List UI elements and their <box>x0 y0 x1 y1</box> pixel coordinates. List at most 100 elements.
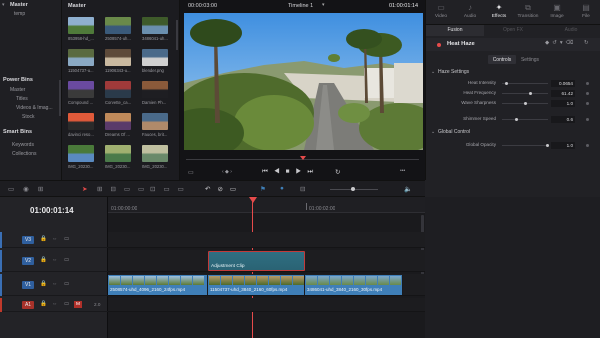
tab-transition[interactable]: ⧉ Transition <box>513 3 543 19</box>
chevron-down-icon[interactable]: ▾ <box>2 2 8 8</box>
clip-thumbnail[interactable] <box>68 49 94 66</box>
tab-effects[interactable]: ✦ Effects <box>484 3 514 19</box>
keyframe-icon[interactable] <box>586 102 589 105</box>
global-section-title[interactable]: Global Control <box>438 129 470 135</box>
tab-image[interactable]: ▣ Image <box>542 3 572 19</box>
power-bin-videos[interactable]: Videos & Imag... <box>16 105 60 111</box>
clip-thumbnail[interactable] <box>142 49 168 66</box>
clip-thumbnail[interactable] <box>105 49 131 66</box>
param-slider[interactable] <box>502 102 548 105</box>
clip-thumbnail[interactable] <box>68 81 94 98</box>
param-value-field[interactable]: 1.0 <box>551 142 575 149</box>
timeline-ruler[interactable] <box>108 197 425 213</box>
clip-thumbnail[interactable] <box>68 145 94 162</box>
param-value-field[interactable]: 1.0 <box>551 100 575 107</box>
smart-bins-title[interactable]: Smart Bins <box>3 129 32 135</box>
tab-openfx-label[interactable]: Open FX <box>484 27 542 33</box>
slider-knob[interactable] <box>505 82 508 85</box>
track-lane-v3[interactable] <box>108 232 425 248</box>
smart-bin-collections[interactable]: Collections <box>12 151 36 157</box>
marker-icon[interactable]: ● <box>280 185 284 192</box>
tab-audio[interactable]: ♪ Audio <box>455 3 485 19</box>
keyframe-icon[interactable] <box>586 82 589 85</box>
selection-tool-icon[interactable]: ➤ <box>82 185 87 193</box>
keyframe-icon[interactable] <box>586 144 589 147</box>
chevron-down-icon[interactable]: ▾ <box>322 2 325 8</box>
power-bin-titles[interactable]: Titles <box>16 96 28 102</box>
slider-knob[interactable] <box>546 144 549 147</box>
param-value-field[interactable]: 0.0654 <box>551 80 575 87</box>
view-options-icons[interactable]: ▭◉⊞ <box>8 185 52 193</box>
lock-icon[interactable]: 🔒 <box>40 301 47 307</box>
param-slider[interactable] <box>502 82 548 85</box>
power-bin-master[interactable]: Master <box>10 87 25 93</box>
reset-icon[interactable]: ↻ <box>584 40 589 46</box>
keyframe-icon[interactable] <box>586 92 589 95</box>
power-bins-title[interactable]: Power Bins <box>3 77 33 83</box>
tab-file[interactable]: ▤ File <box>571 3 600 19</box>
monitor-icon[interactable]: ▭ <box>64 236 69 242</box>
volume-icon[interactable]: 🔈 <box>404 185 412 193</box>
insert-tools-icons[interactable]: ⊡▭▭ <box>150 185 192 193</box>
smart-bin-keywords[interactable]: Keywords <box>12 142 34 148</box>
clip-thumbnail[interactable] <box>142 17 168 34</box>
track-name[interactable]: A1 <box>22 301 34 309</box>
clip-thumbnail[interactable] <box>105 113 131 130</box>
slider-knob[interactable] <box>524 102 527 105</box>
lock-icon[interactable]: 🔒 <box>40 281 47 287</box>
scrollbar[interactable] <box>176 20 178 50</box>
link-icon[interactable]: ⇔ <box>52 257 58 263</box>
bin-item-temp[interactable]: temp <box>14 11 25 17</box>
enable-toggle-icon[interactable] <box>437 43 441 47</box>
video-frame[interactable] <box>184 13 423 150</box>
haze-section-title[interactable]: Haze Settings <box>438 69 469 75</box>
link-icon[interactable]: ⇔ <box>52 236 58 242</box>
bins-title[interactable]: Master <box>10 2 28 8</box>
zoom-icon[interactable]: ⊟ <box>300 185 305 193</box>
track-name[interactable]: V2 <box>22 257 34 265</box>
zoom-knob[interactable] <box>351 187 355 191</box>
clip-icon[interactable]: ▭ <box>188 169 194 176</box>
slider-knob[interactable] <box>529 92 532 95</box>
clip-thumbnail[interactable] <box>142 113 168 130</box>
edit-tools-icons[interactable]: ⊞⊟▭▭ <box>97 185 152 193</box>
snap-link-icons[interactable]: ↶⊘▭ <box>205 185 243 193</box>
loop-icon[interactable]: ↻ <box>335 168 340 176</box>
chevron-left-icon[interactable]: ‹ ◆ › <box>222 169 232 175</box>
monitor-icon[interactable]: ▭ <box>64 257 69 263</box>
lock-icon[interactable]: 🔒 <box>40 257 47 263</box>
tab-audio-label[interactable]: Audio <box>542 27 600 33</box>
more-icon[interactable]: ••• <box>400 168 405 174</box>
slider-knob[interactable] <box>515 118 518 121</box>
track-lane-a1[interactable] <box>108 298 425 312</box>
clip-thumbnail[interactable] <box>68 17 94 34</box>
param-slider[interactable] <box>502 118 548 121</box>
track-name[interactable]: V3 <box>22 236 34 244</box>
mute-button[interactable]: M <box>74 301 82 308</box>
clip-thumbnail[interactable] <box>142 145 168 162</box>
chevron-down-icon[interactable]: ⌄ <box>431 130 435 135</box>
tab-video[interactable]: ▭ Video <box>426 3 456 19</box>
monitor-icon[interactable]: ▭ <box>64 281 69 287</box>
param-slider[interactable] <box>502 92 548 95</box>
playhead-handle[interactable] <box>249 197 257 203</box>
keyframe-icon[interactable] <box>586 118 589 121</box>
clip-thumbnail[interactable] <box>105 81 131 98</box>
monitor-icon[interactable]: ▭ <box>64 301 69 307</box>
timeline-name[interactable]: Timeline 1 <box>288 3 313 9</box>
tab-settings[interactable]: Settings <box>518 57 542 63</box>
track-name[interactable]: V1 <box>22 281 34 289</box>
link-icon[interactable]: ⇔ <box>52 301 58 307</box>
lock-icon[interactable]: 🔒 <box>40 236 47 242</box>
chevron-down-icon[interactable]: ⌄ <box>431 70 435 75</box>
playhead-marker[interactable] <box>300 156 306 160</box>
param-slider[interactable] <box>502 144 549 147</box>
clip-thumbnail[interactable] <box>142 81 168 98</box>
param-value-field[interactable]: 0.6 <box>551 116 575 123</box>
param-value-field[interactable]: 61.42 <box>551 90 575 97</box>
scrollbar[interactable] <box>59 80 61 116</box>
clip-thumbnail[interactable] <box>68 113 94 130</box>
transport-controls[interactable]: ⏮◀■▶⏭ <box>262 168 319 176</box>
flag-icon[interactable]: ⚑ <box>260 185 266 193</box>
power-bin-stock[interactable]: Stock <box>22 114 35 120</box>
